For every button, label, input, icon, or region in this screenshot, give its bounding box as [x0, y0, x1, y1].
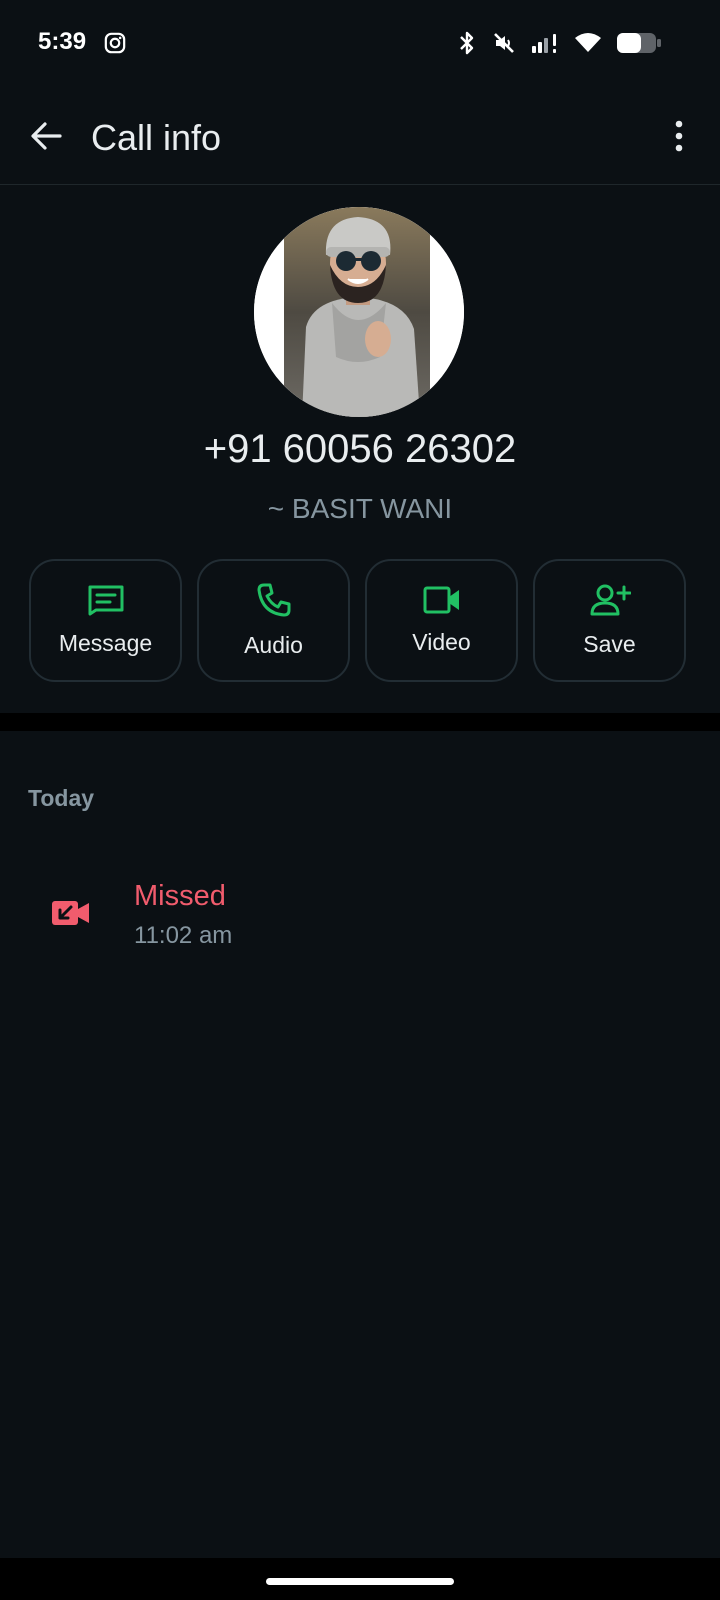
- page-title: Call info: [91, 117, 222, 158]
- more-options-button[interactable]: [668, 116, 690, 156]
- mute-icon: [494, 33, 514, 53]
- wifi-icon: [575, 33, 601, 52]
- message-button-label: Message: [58, 630, 153, 656]
- signal-icon: [532, 34, 556, 53]
- status-time: 5:39: [38, 28, 87, 55]
- section-divider: [0, 713, 720, 731]
- profile-photo: [254, 207, 464, 417]
- call-status: Missed: [134, 880, 226, 912]
- audio-call-button[interactable]: Audio: [197, 559, 350, 682]
- more-vertical-icon: [675, 120, 683, 152]
- contact-profile: +91 60056 26302 ~ BASIT WANI Message Aud…: [0, 185, 720, 713]
- add-contact-icon: [590, 584, 631, 616]
- arrow-left-icon: [31, 122, 62, 150]
- message-button[interactable]: Message: [29, 559, 182, 682]
- save-button-label: Save: [583, 631, 636, 657]
- back-button[interactable]: [26, 116, 66, 156]
- contact-phone-number: +91 60056 26302: [203, 427, 517, 471]
- contact-actions: Message Audio Video Save: [29, 559, 686, 682]
- save-contact-button[interactable]: Save: [533, 559, 686, 682]
- battery-icon: [617, 33, 661, 53]
- video-icon: [423, 586, 459, 614]
- call-time: 11:02 am: [134, 922, 233, 949]
- bluetooth-icon: [460, 31, 474, 55]
- instagram-icon: [104, 32, 126, 54]
- call-log-section-header: Today: [28, 785, 95, 811]
- message-icon: [88, 585, 123, 616]
- video-button-label: Video: [412, 629, 471, 655]
- avatar[interactable]: [254, 207, 464, 417]
- video-call-button[interactable]: Video: [365, 559, 518, 682]
- contact-alias: ~ BASIT WANI: [267, 493, 453, 524]
- home-indicator[interactable]: [266, 1578, 454, 1585]
- app-bar: Call info: [0, 92, 720, 185]
- status-bar: 5:39: [0, 0, 720, 90]
- audio-button-label: Audio: [244, 632, 303, 658]
- call-log-item[interactable]: Missed 11:02 am: [0, 860, 720, 960]
- phone-icon: [257, 583, 290, 617]
- missed-video-call-icon: [52, 901, 89, 925]
